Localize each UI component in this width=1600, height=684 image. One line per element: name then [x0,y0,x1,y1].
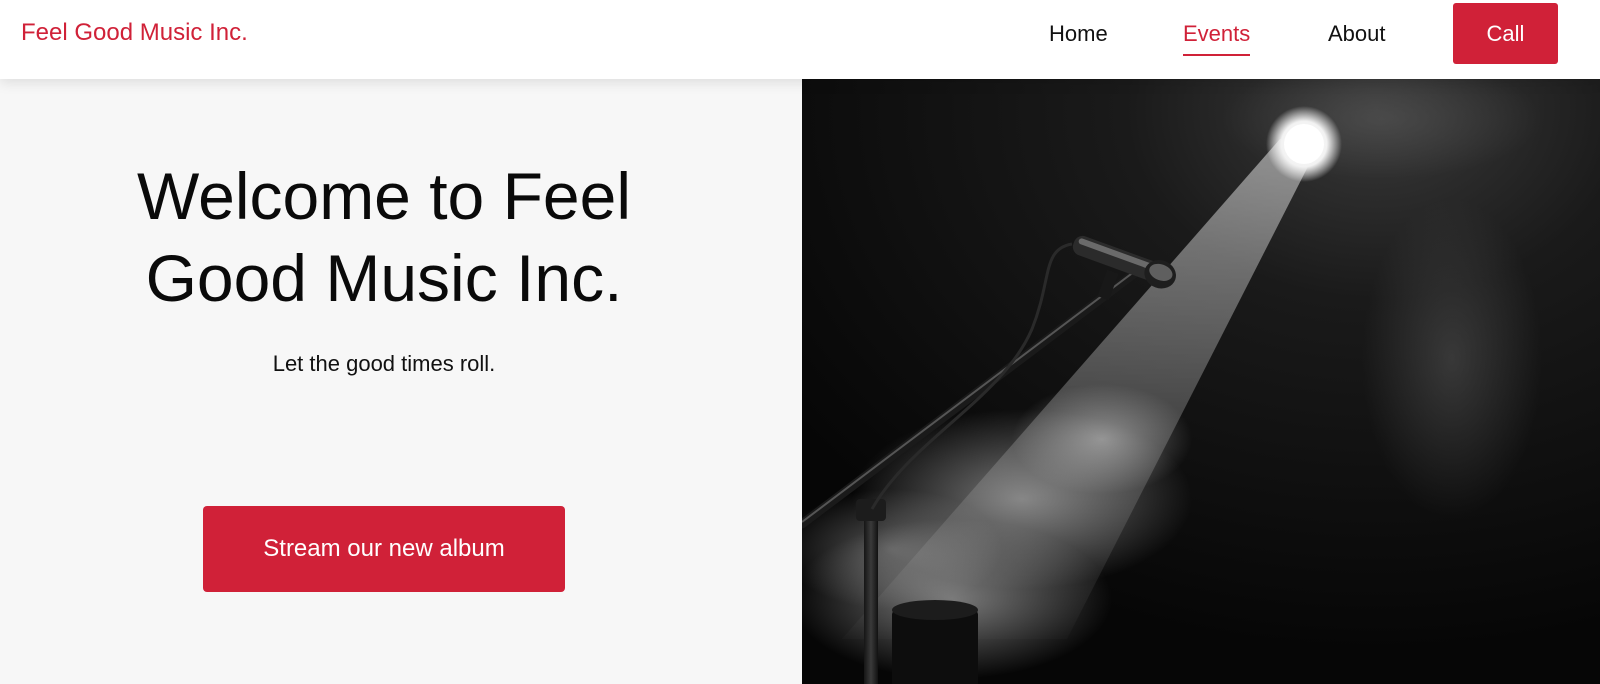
hero-subtitle: Let the good times roll. [272,351,496,376]
hero-title-line-1: Welcome to Feel [137,159,631,233]
nav-home-link[interactable]: Home [1049,21,1108,47]
site-header: Feel Good Music Inc. Home Events About C… [0,0,1600,79]
call-button[interactable]: Call [1453,3,1558,64]
microphone-stage-photo [802,79,1600,684]
hero-title-line-2: Good Music Inc. [145,241,623,315]
stream-album-button[interactable]: Stream our new album [203,506,565,592]
brand-logo-link[interactable]: Feel Good Music Inc. [21,19,248,47]
hero-title: Welcome to Feel Good Music Inc. [60,155,708,319]
nav-about-link[interactable]: About [1328,21,1386,47]
hero-image [802,79,1600,684]
hero-section: Welcome to Feel Good Music Inc. Let the … [0,79,802,684]
nav-events-link[interactable]: Events [1183,21,1251,56]
page: Feel Good Music Inc. Home Events About C… [0,0,1600,684]
